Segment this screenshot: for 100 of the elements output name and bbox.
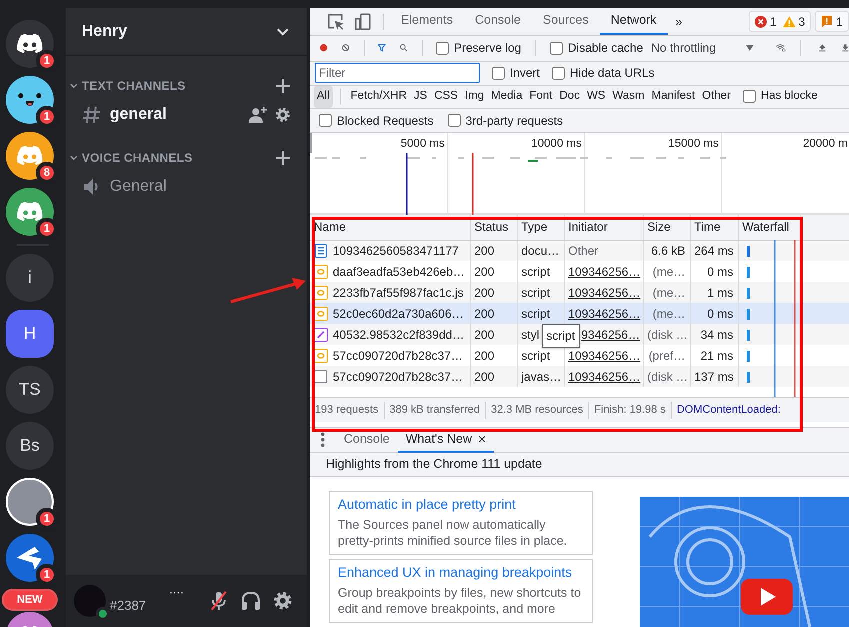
table-cell: (disk … xyxy=(643,366,690,388)
play-button-icon[interactable] xyxy=(741,579,793,616)
checkbox[interactable] xyxy=(552,66,566,80)
checkbox[interactable] xyxy=(319,114,332,128)
type-filter[interactable]: JS xyxy=(411,86,430,108)
checkbox[interactable] xyxy=(743,90,756,104)
category-header[interactable]: VOICE CHANNELS xyxy=(70,149,193,167)
checkbox[interactable] xyxy=(436,42,450,55)
summary-text: 389 kB transferred xyxy=(384,402,486,419)
type-filter[interactable]: WS xyxy=(584,86,609,108)
table-cell: 200 xyxy=(470,366,517,388)
issues-button[interactable]: 1 xyxy=(815,11,849,32)
channel-name[interactable]: General xyxy=(110,175,291,199)
server-icon[interactable] xyxy=(6,20,54,68)
filter-field[interactable]: Filter xyxy=(315,63,480,84)
user-tag: #2387 xyxy=(110,599,184,614)
add-icon[interactable] xyxy=(275,150,291,166)
table-cell: 0 ms xyxy=(690,303,738,324)
server-icon[interactable] xyxy=(6,76,54,124)
drawer-tab[interactable]: Console xyxy=(336,428,398,453)
type-filter[interactable]: All xyxy=(314,86,333,108)
more-tabs-button[interactable]: » xyxy=(668,12,690,30)
add-member-icon[interactable] xyxy=(249,107,267,123)
panel-tab[interactable]: Console xyxy=(464,8,532,35)
server-icon[interactable]: H xyxy=(6,310,54,358)
waterfall-bar xyxy=(746,330,750,341)
table-row[interactable]: 1093462560583471177 200 docu… Other 6.6 kB 264 ms xyxy=(310,240,849,262)
table-cell: styl xyxy=(522,328,540,342)
summary-text: Finish: 19.98 s xyxy=(589,402,672,419)
type-filter[interactable]: CSS xyxy=(431,86,462,108)
channel-name[interactable]: general xyxy=(110,103,241,127)
request-name[interactable]: daaf3eadfa53eb426eb… xyxy=(333,262,466,281)
hash-icon xyxy=(82,105,102,125)
server-name[interactable]: Henry xyxy=(82,20,128,44)
panel-tab[interactable]: Sources xyxy=(532,8,600,35)
microphone-icon[interactable] xyxy=(209,591,229,611)
type-filter[interactable]: Fetch/XHR xyxy=(348,86,410,108)
checkbox-label[interactable]: Invert xyxy=(510,64,540,82)
checkbox-label[interactable]: Blocked Requests xyxy=(337,112,434,130)
waterfall-bar xyxy=(746,266,750,278)
warning-icon xyxy=(782,16,796,28)
server-icon[interactable] xyxy=(6,132,54,180)
server-icon[interactable]: i xyxy=(6,254,54,302)
table-row[interactable]: 52c0ec60d2a730a606… 200 script 109346256… (me… 0 ms xyxy=(310,303,849,324)
close-button[interactable]: × xyxy=(478,432,486,446)
settings-icon[interactable] xyxy=(273,591,293,611)
arrow-logo-icon xyxy=(15,545,45,571)
table-cell: javas… xyxy=(522,370,562,384)
checkbox[interactable] xyxy=(492,66,505,80)
console-messages-button[interactable]: 1 3 xyxy=(748,11,812,32)
type-filter[interactable]: Img xyxy=(462,86,488,108)
tab-label[interactable]: What's New xyxy=(406,430,472,449)
initiator-link[interactable]: 109346256… xyxy=(568,264,641,279)
add-icon[interactable] xyxy=(275,78,291,94)
headphones-icon[interactable] xyxy=(241,591,261,611)
table-row[interactable]: 40532.98532c2f839dd… 200 styl script 9346256… (disk … 34 ms xyxy=(310,324,849,346)
category-header[interactable]: TEXT CHANNELS xyxy=(70,77,186,95)
server-icon[interactable]: TS xyxy=(6,366,54,414)
checkbox[interactable] xyxy=(550,42,564,55)
inspect-icon[interactable] xyxy=(327,12,345,30)
script-icon xyxy=(314,264,328,279)
checkbox-label[interactable]: 3rd-party requests xyxy=(466,112,564,130)
settings-icon[interactable] xyxy=(275,107,291,123)
tick-label: 20000 m xyxy=(803,138,848,150)
video-thumbnail[interactable] xyxy=(640,497,849,627)
type-filter[interactable]: Media xyxy=(488,86,526,108)
waterfall-bar xyxy=(746,372,750,383)
summary-text: 32.3 MB resources xyxy=(486,402,590,419)
script-icon xyxy=(314,348,328,363)
type-filter[interactable]: Manifest xyxy=(648,86,698,108)
checkbox-label[interactable]: Preserve log xyxy=(454,39,522,58)
initiator-link[interactable]: 109346256… xyxy=(568,348,641,363)
type-filter[interactable]: Font xyxy=(526,86,556,108)
table-row[interactable]: 57cc090720d7b28c37… 200 javas… 109346256… (disk … 137 ms xyxy=(310,366,849,388)
checkbox-label[interactable]: Disable cache xyxy=(568,39,644,58)
request-name[interactable]: 57cc090720d7b28c37… xyxy=(333,346,464,365)
type-filter[interactable]: Wasm xyxy=(610,86,648,108)
article-text: The Sources panel now automatically pretty-prints minified source files in place. xyxy=(338,517,568,550)
tab-label[interactable]: Console xyxy=(344,430,390,449)
table-row[interactable]: 2233fb7af55f987fac1c.js 200 script 109346256… (me… 1 ms xyxy=(310,282,849,304)
checkbox-label[interactable]: Hide data URLs xyxy=(570,64,655,82)
article-link[interactable]: Enhanced UX in managing breakpoints xyxy=(338,564,584,582)
type-filter[interactable]: Doc xyxy=(556,86,584,108)
checkbox[interactable] xyxy=(448,114,461,128)
device-toolbar-icon[interactable] xyxy=(354,12,372,30)
panel-tab[interactable]: Elements xyxy=(390,8,464,35)
type-filter[interactable]: Other xyxy=(699,86,734,108)
server-icon[interactable] xyxy=(6,188,54,236)
panel-heading: Highlights from the Chrome 111 update xyxy=(326,456,542,474)
article-link[interactable]: Automatic in place pretty print xyxy=(338,496,584,514)
summary-text: DOMContentLoaded: xyxy=(676,403,782,418)
server-icon[interactable]: Bs xyxy=(6,422,54,470)
throttling-select[interactable]: No throttling xyxy=(651,39,754,58)
photo-placeholder[interactable] xyxy=(6,478,54,526)
stylesheet-icon xyxy=(314,328,328,342)
more-icon[interactable] xyxy=(320,432,326,448)
table-cell: 200 xyxy=(470,324,517,346)
checkbox-label[interactable]: Has blocke xyxy=(761,88,818,106)
server-icon[interactable] xyxy=(6,534,54,582)
issue-icon xyxy=(821,16,834,28)
